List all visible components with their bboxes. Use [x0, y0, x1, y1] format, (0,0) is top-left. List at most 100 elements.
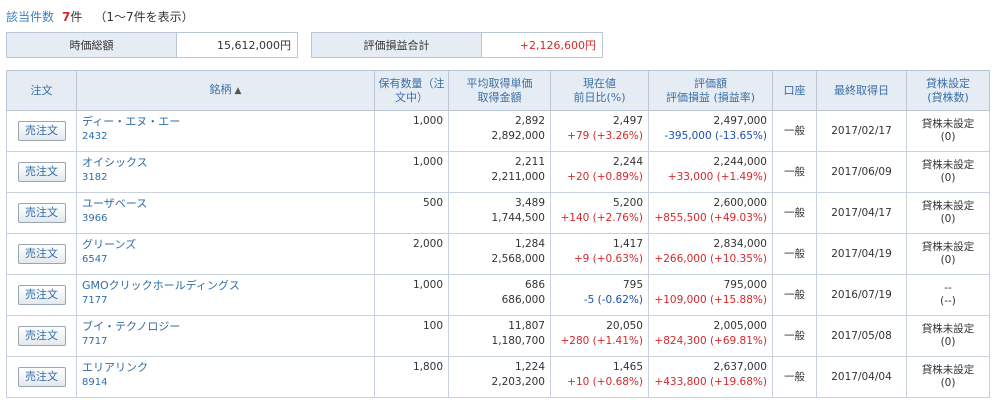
- current-price: 795: [622, 279, 643, 291]
- day-change: +280 (+1.41%): [560, 335, 643, 347]
- lend-cell: 貸株未設定 (0): [906, 356, 990, 398]
- stock-name-link[interactable]: GMOクリックホールディングス: [82, 279, 369, 292]
- sell-order-button[interactable]: 売注文: [17, 285, 66, 305]
- cost-amount: 1,180,700: [491, 335, 545, 347]
- header-price[interactable]: 現在値 前日比(%): [550, 70, 649, 111]
- stock-code-link[interactable]: 3182: [82, 171, 369, 184]
- lend-qty: (0): [940, 172, 956, 184]
- price-cell: 1,465 +10 (+0.68%): [550, 356, 649, 398]
- stock-name-link[interactable]: グリーンズ: [82, 238, 369, 251]
- account-cell: 一般: [772, 192, 817, 234]
- eval-pl: +266,000 (+10.35%): [654, 253, 767, 265]
- stock-code-link[interactable]: 8914: [82, 376, 369, 389]
- last-acquired-date: 2017/05/08: [816, 315, 907, 357]
- stock-code-link[interactable]: 7177: [82, 294, 369, 307]
- last-acquired-date: 2017/04/17: [816, 192, 907, 234]
- header-account[interactable]: 口座: [772, 70, 817, 111]
- header-avg-price-label[interactable]: 平均取得単価: [467, 77, 533, 90]
- avg-price: 2,892: [514, 115, 545, 127]
- stock-name-link[interactable]: ユーザベース: [82, 197, 369, 210]
- avg-cost-cell: 2,892 2,892,000: [448, 110, 551, 152]
- header-name-label[interactable]: 銘柄: [210, 83, 232, 96]
- table-row: 売注文 グリーンズ 6547 2,000 1,284 2,568,000 1,417 +9 (…: [6, 233, 990, 275]
- day-change: +79 (+3.26%): [567, 130, 643, 142]
- stock-cell: オイシックス 3182: [76, 151, 375, 193]
- header-change-label[interactable]: 前日比(%): [573, 91, 625, 104]
- avg-cost-cell: 3,489 1,744,500: [448, 192, 551, 234]
- avg-cost-cell: 2,211 2,211,000: [448, 151, 551, 193]
- table-row: 売注文 エリアリンク 8914 1,800 1,224 2,203,200 1,465 +10…: [6, 356, 990, 398]
- last-acquired-date: 2017/06/09: [816, 151, 907, 193]
- stock-code-link[interactable]: 3966: [82, 212, 369, 225]
- stock-name-link[interactable]: ディー・エヌ・エー: [82, 115, 369, 128]
- stock-cell: エリアリンク 8914: [76, 356, 375, 398]
- header-eval-label[interactable]: 評価額: [694, 77, 727, 90]
- sell-order-button[interactable]: 売注文: [17, 203, 66, 223]
- header-name[interactable]: 銘柄 ▲: [76, 70, 375, 111]
- sell-order-button[interactable]: 売注文: [17, 162, 66, 182]
- header-avg-price[interactable]: 平均取得単価 取得金額: [448, 70, 551, 111]
- holdings-body: 売注文 ディー・エヌ・エー 2432 1,000 2,892 2,892,000 2,497…: [6, 110, 990, 398]
- stock-cell: ディー・エヌ・エー 2432: [76, 110, 375, 152]
- header-account-label[interactable]: 口座: [784, 84, 806, 97]
- day-change: +20 (+0.89%): [567, 171, 643, 183]
- order-cell: 売注文: [6, 151, 77, 193]
- account-cell: 一般: [772, 356, 817, 398]
- eval-pl: +855,500 (+49.03%): [654, 212, 767, 224]
- stock-code-link[interactable]: 6547: [82, 253, 369, 266]
- header-date-label[interactable]: 最終取得日: [834, 84, 889, 97]
- lend-qty: (0): [940, 254, 956, 266]
- lend-status: 貸株未設定: [921, 118, 975, 130]
- stock-cell: ユーザベース 3966: [76, 192, 375, 234]
- eval-pl: +33,000 (+1.49%): [667, 171, 767, 183]
- account-cell: 一般: [772, 233, 817, 275]
- header-eval[interactable]: 評価額 評価損益 (損益率): [648, 70, 773, 111]
- eval-pl: -395,000 (-13.65%): [664, 130, 767, 142]
- header-date[interactable]: 最終取得日: [816, 70, 907, 111]
- header-qty[interactable]: 保有数量（注文中）: [374, 70, 449, 111]
- sell-order-button[interactable]: 売注文: [17, 244, 66, 264]
- avg-cost-cell: 11,807 1,180,700: [448, 315, 551, 357]
- stock-name-link[interactable]: エリアリンク: [82, 361, 369, 374]
- eval-amount: 2,244,000: [713, 156, 767, 168]
- sell-order-button[interactable]: 売注文: [17, 121, 66, 141]
- stock-name-link[interactable]: ブイ・テクノロジー: [82, 320, 369, 333]
- avg-cost-cell: 1,224 2,203,200: [448, 356, 551, 398]
- account-cell: 一般: [772, 274, 817, 316]
- stock-name-link[interactable]: オイシックス: [82, 156, 369, 169]
- lend-cell: 貸株未設定 (0): [906, 110, 990, 152]
- qty-cell: 100: [374, 315, 449, 357]
- current-price: 5,200: [612, 197, 643, 209]
- market-value: 15,612,000円: [177, 33, 297, 57]
- lend-qty: (0): [940, 336, 956, 348]
- header-qty-label[interactable]: 保有数量（注文中）: [379, 77, 445, 104]
- sell-order-button[interactable]: 売注文: [17, 326, 66, 346]
- header-cost-label[interactable]: 取得金額: [478, 91, 522, 104]
- stock-code-link[interactable]: 2432: [82, 130, 369, 143]
- header-pl-label[interactable]: 評価損益 (損益率): [666, 91, 755, 104]
- eval-amount: 2,497,000: [713, 115, 767, 127]
- lend-cell: -- (--): [906, 274, 990, 316]
- eval-amount: 2,637,000: [713, 361, 767, 373]
- sort-asc-icon[interactable]: ▲: [235, 86, 242, 96]
- order-cell: 売注文: [6, 356, 77, 398]
- eval-amount: 2,834,000: [713, 238, 767, 250]
- sell-order-button[interactable]: 売注文: [17, 367, 66, 387]
- pl-total-label: 評価損益合計: [312, 33, 482, 57]
- cost-amount: 2,892,000: [491, 130, 545, 142]
- stock-code-link[interactable]: 7717: [82, 335, 369, 348]
- eval-pl: +824,300 (+69.81%): [654, 335, 767, 347]
- result-range: （1〜7件を表示）: [94, 10, 194, 24]
- lend-qty: (--): [940, 295, 956, 307]
- current-price: 2,497: [612, 115, 643, 127]
- price-cell: 795 -5 (-0.62%): [550, 274, 649, 316]
- eval-cell: 2,600,000 +855,500 (+49.03%): [648, 192, 773, 234]
- account-cell: 一般: [772, 315, 817, 357]
- account-cell: 一般: [772, 110, 817, 152]
- eval-cell: 2,637,000 +433,800 (+19.68%): [648, 356, 773, 398]
- lend-cell: 貸株未設定 (0): [906, 151, 990, 193]
- eval-cell: 2,497,000 -395,000 (-13.65%): [648, 110, 773, 152]
- lend-cell: 貸株未設定 (0): [906, 315, 990, 357]
- cost-amount: 2,568,000: [491, 253, 545, 265]
- header-price-label[interactable]: 現在値: [583, 77, 616, 90]
